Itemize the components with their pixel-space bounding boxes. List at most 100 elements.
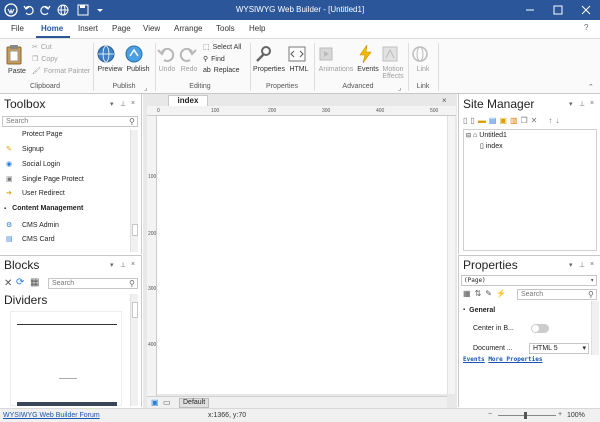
style-icon[interactable]: ✎ xyxy=(485,289,492,298)
open-folder-icon[interactable]: ▬ xyxy=(478,116,486,125)
select-all-button[interactable]: ⬚ Select All xyxy=(203,43,241,52)
refresh-icon[interactable]: ⟳ xyxy=(16,277,24,288)
properties-section-general[interactable]: ▪ General xyxy=(463,307,495,314)
forum-link[interactable]: WYSIWYG Web Builder Forum xyxy=(3,412,100,419)
tab-page[interactable]: Page xyxy=(112,24,131,33)
motion-effects-button[interactable]: Motion Effects xyxy=(380,44,406,80)
toolbox-section-content-management[interactable]: ▪ Content Management xyxy=(4,205,83,212)
publish-button[interactable]: Publish xyxy=(124,44,152,73)
panel-close-icon[interactable]: × xyxy=(131,100,135,107)
panel-close-icon[interactable]: × xyxy=(590,261,594,268)
preview-button[interactable]: Preview xyxy=(96,44,124,73)
close-document-icon[interactable]: × xyxy=(442,96,447,105)
toolbox-item-cms-admin[interactable]: ⚙ CMS Admin xyxy=(6,221,59,230)
tab-help[interactable]: Help xyxy=(249,24,265,33)
duplicate-icon[interactable]: ❐ xyxy=(521,116,528,125)
properties-scrollbar[interactable] xyxy=(591,301,599,355)
pin-icon[interactable]: ⊥ xyxy=(120,100,126,108)
tree-collapse-icon[interactable]: ⊟ xyxy=(466,132,471,139)
close-button[interactable] xyxy=(572,0,600,20)
tab-home[interactable]: Home xyxy=(41,24,63,33)
link-button[interactable]: Link xyxy=(410,44,436,73)
html-button[interactable]: HTML xyxy=(287,44,311,73)
toolbox-search-input[interactable]: Search xyxy=(2,116,138,127)
edit-page-icon[interactable]: ▤ xyxy=(489,116,497,125)
undo-button[interactable]: Undo xyxy=(156,44,178,73)
publish-page-icon[interactable]: ▥ xyxy=(510,116,518,125)
paste-button[interactable]: Paste xyxy=(4,44,30,75)
divider-block-preview[interactable] xyxy=(10,311,122,406)
zoom-out-icon[interactable]: − xyxy=(488,411,492,418)
new-folder-icon[interactable]: ▯ xyxy=(470,116,474,125)
blocks-search-input[interactable]: Search xyxy=(48,278,138,289)
pin-icon[interactable]: ⊥ xyxy=(579,100,585,108)
page-properties-icon[interactable]: ▣ xyxy=(499,116,507,125)
events-link[interactable]: Events xyxy=(463,356,485,363)
collapse-ribbon-icon[interactable]: ⌃ xyxy=(588,83,594,91)
tab-arrange[interactable]: Arrange xyxy=(174,24,202,33)
move-down-icon[interactable]: ↓ xyxy=(555,116,559,125)
tree-item-index[interactable]: ▯ index xyxy=(480,142,503,151)
blocks-scrollbar[interactable] xyxy=(130,294,138,406)
events-lightning-icon[interactable]: ⚡ xyxy=(496,289,506,298)
tab-tools[interactable]: Tools xyxy=(216,24,235,33)
tab-view[interactable]: View xyxy=(143,24,160,33)
zoom-slider[interactable] xyxy=(498,412,556,419)
pin-icon[interactable]: ⊥ xyxy=(579,261,585,269)
page-view-icon[interactable]: ▣ xyxy=(151,398,159,407)
categorized-icon[interactable]: ▦ xyxy=(463,289,471,298)
properties-button[interactable]: Properties xyxy=(252,44,286,73)
delete-icon[interactable]: ✕ xyxy=(531,116,538,125)
cut-button[interactable]: ✂ Cut xyxy=(32,43,52,52)
tab-insert[interactable]: Insert xyxy=(78,24,98,33)
breakpoint-icon[interactable]: ▭ xyxy=(163,398,171,407)
toolbox-item-cms-card[interactable]: ▤ CMS Card xyxy=(6,235,55,244)
canvas-vertical-scrollbar[interactable] xyxy=(447,116,455,394)
new-page-icon[interactable]: ▯ xyxy=(463,116,467,125)
redo-button[interactable]: Redo xyxy=(178,44,200,73)
events-button[interactable]: Events xyxy=(356,44,380,73)
scroll-thumb[interactable] xyxy=(132,224,138,236)
copy-button[interactable]: ❐ Copy xyxy=(32,55,58,64)
move-up-icon[interactable]: ↑ xyxy=(548,116,552,125)
advanced-options-icon[interactable]: ⌟ xyxy=(398,84,401,92)
properties-search-input[interactable]: Search xyxy=(517,289,597,300)
panel-menu-icon[interactable]: ▾ xyxy=(110,100,114,108)
minimize-button[interactable] xyxy=(516,0,544,20)
page-canvas[interactable] xyxy=(157,116,447,394)
alphabetical-icon[interactable]: ⇅ xyxy=(475,289,482,298)
replace-button[interactable]: ab Replace xyxy=(203,67,239,74)
toolbox-scrollbar[interactable] xyxy=(130,130,138,252)
document-type-select[interactable]: HTML 5 ▾ xyxy=(529,343,589,354)
panel-menu-icon[interactable]: ▾ xyxy=(110,261,114,269)
object-selector[interactable]: (Page) ▾ xyxy=(461,275,597,286)
panel-close-icon[interactable]: × xyxy=(131,261,135,268)
panel-close-icon[interactable]: × xyxy=(590,100,594,107)
more-properties-link[interactable]: More Properties xyxy=(488,356,542,363)
zoom-slider-thumb[interactable] xyxy=(524,412,527,419)
animations-button[interactable]: Animations xyxy=(316,44,356,73)
tab-file[interactable]: File xyxy=(11,24,24,33)
toolbox-item-single-page-protect[interactable]: ▣ Single Page Protect xyxy=(6,175,84,184)
panel-menu-icon[interactable]: ▾ xyxy=(569,261,573,269)
pin-icon[interactable]: ⊥ xyxy=(120,261,126,269)
help-icon[interactable]: ? xyxy=(584,23,588,32)
zoom-in-icon[interactable]: + xyxy=(558,411,562,418)
clear-icon[interactable]: ✕ xyxy=(4,278,12,289)
scroll-thumb[interactable] xyxy=(132,302,138,318)
chevron-down-icon: ▾ xyxy=(590,277,594,284)
toolbox-item-signup[interactable]: ✎ Signup xyxy=(6,145,44,154)
block-list-icon[interactable]: ▦ xyxy=(30,277,39,288)
find-button[interactable]: ⚲ Find xyxy=(203,55,225,64)
toolbox-item-protect-page[interactable]: Protect Page xyxy=(6,131,62,138)
toolbox-item-social-login[interactable]: ◉ Social Login xyxy=(6,160,60,169)
format-painter-button[interactable]: 🖌 Format Painter xyxy=(32,67,90,76)
publish-options-icon[interactable]: ⌟ xyxy=(144,84,147,92)
toolbox-item-user-redirect[interactable]: ➔ User Redirect xyxy=(6,189,65,198)
center-in-browser-toggle[interactable] xyxy=(531,324,549,333)
panel-menu-icon[interactable]: ▾ xyxy=(569,100,573,108)
breakpoint-default-tab[interactable]: Default xyxy=(179,398,210,408)
maximize-button[interactable] xyxy=(544,0,572,20)
tree-root-untitled1[interactable]: ⊟ ⌂ Untitled1 xyxy=(466,132,507,139)
tab-index[interactable]: index xyxy=(168,95,208,106)
